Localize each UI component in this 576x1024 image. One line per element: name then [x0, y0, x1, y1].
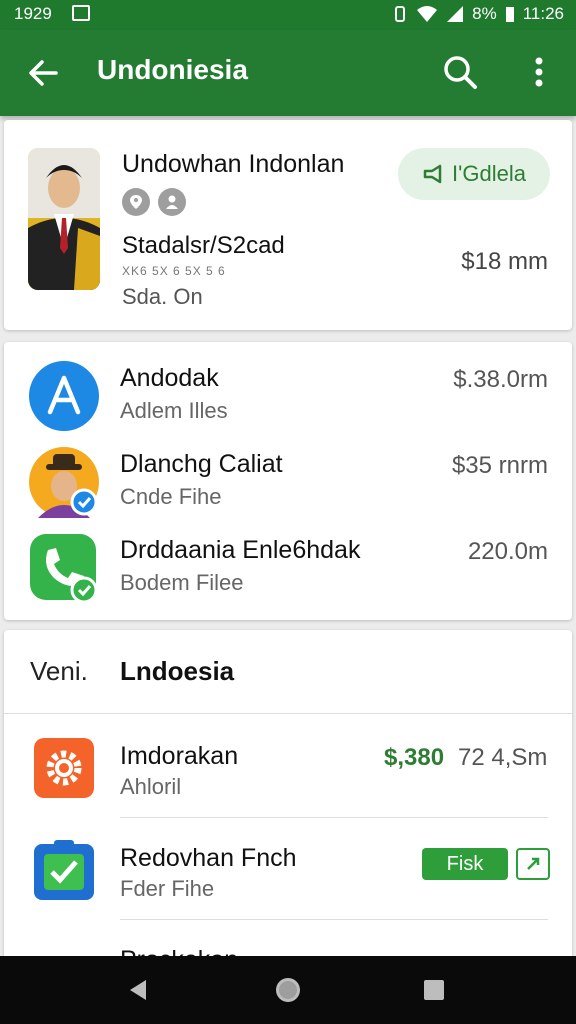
search-icon[interactable] [440, 52, 480, 92]
battery-icon [505, 7, 514, 22]
signal-icon [447, 6, 464, 22]
a-logo-icon [29, 361, 99, 431]
profile-meta: XK6 5X 6 5X 5 6 [122, 264, 226, 278]
app-subtitle: Bodem Filee [120, 570, 244, 595]
more-vert-icon[interactable] [524, 52, 554, 92]
image-notification-icon [72, 5, 90, 21]
profile-price: $18 mm [461, 248, 548, 275]
item-tag-label: Fisk [446, 852, 484, 875]
person-icon [158, 188, 186, 216]
app-title: Drddaania Enle6hdak [120, 536, 361, 564]
nav-home-icon[interactable] [272, 974, 304, 1006]
item-price-green: $,380 [384, 744, 445, 771]
list-title: Lndoesia [120, 656, 235, 686]
item-subtitle: Ahloril [120, 774, 182, 799]
gear-icon [34, 738, 94, 798]
app-price: $.38.0rm [453, 366, 548, 393]
list-card: Veni. Lndoesia Imdorakan Ahloril $,380 7… [4, 630, 572, 1004]
app-title: Andodak [120, 364, 219, 392]
app-price: 220.0m [467, 538, 548, 565]
profile-note: Sda. On [122, 284, 203, 309]
nav-recents-icon[interactable] [418, 974, 450, 1006]
list-item[interactable]: Imdorakan Ahloril $,380 72 4,Sm [4, 716, 572, 818]
profile-subtitle: Stadalsr/S2cad [122, 232, 285, 259]
item-title: Redovhan Fnch [120, 844, 297, 872]
list-left-label: Veni. [30, 656, 88, 686]
megaphone-icon [423, 164, 442, 184]
page-title: Undoniesia [97, 54, 248, 85]
status-time-right: 11:26 [522, 4, 564, 23]
profile-card[interactable]: Undowhan Indonlan I'Gdlela Stadalsr/S2ca… [4, 120, 572, 330]
location-pin-icon [122, 188, 150, 216]
app-bar: Undoniesia [0, 30, 576, 116]
wifi-icon [417, 6, 438, 22]
app-title: Dlanchg Caliat [120, 450, 283, 478]
apps-card: Andodak Adlem Illes $.38.0rm Dlanchg Cal… [4, 342, 572, 620]
follow-button[interactable]: I'Gdlela [398, 148, 550, 200]
status-time-left: 1929 [14, 4, 52, 23]
item-title: Imdorakan [120, 742, 239, 770]
external-link-icon[interactable] [516, 848, 550, 880]
battery-percent: 8% [472, 4, 497, 23]
checklist-icon [34, 840, 94, 900]
phone-icon [30, 534, 98, 604]
person-portrait-icon [28, 148, 100, 290]
list-item[interactable]: Andodak Adlem Illes $.38.0rm [4, 350, 572, 434]
app-subtitle: Adlem Illes [120, 398, 228, 423]
system-nav-bar [0, 956, 576, 1024]
app-subtitle: Cnde Fihe [120, 484, 222, 509]
app-price: $35 rnrm [451, 452, 548, 479]
cowboy-avatar-icon [29, 447, 99, 518]
vibrate-icon [395, 6, 406, 22]
list-item[interactable]: Redovhan Fnch Fder Fihe Fisk [4, 818, 572, 920]
item-tag-button[interactable]: Fisk [422, 848, 508, 880]
profile-name: Undowhan Indonlan [122, 150, 345, 178]
profile-photo [28, 148, 100, 290]
list-item[interactable]: Drddaania Enle6hdak Bodem Filee 220.0m [4, 522, 572, 606]
item-subtitle: Fder Fihe [120, 876, 215, 901]
list-item[interactable]: Dlanchg Caliat Cnde Fihe $35 rnrm [4, 436, 572, 520]
nav-back-icon[interactable] [122, 974, 154, 1006]
back-arrow-icon[interactable] [24, 54, 62, 92]
status-bar: 1929 8% 11:26 [0, 0, 576, 30]
item-price-gray: 72 4,Sm [458, 744, 548, 771]
profile-badges [122, 188, 186, 216]
list-header: Veni. Lndoesia [4, 630, 572, 714]
follow-label: I'Gdlela [452, 161, 526, 186]
